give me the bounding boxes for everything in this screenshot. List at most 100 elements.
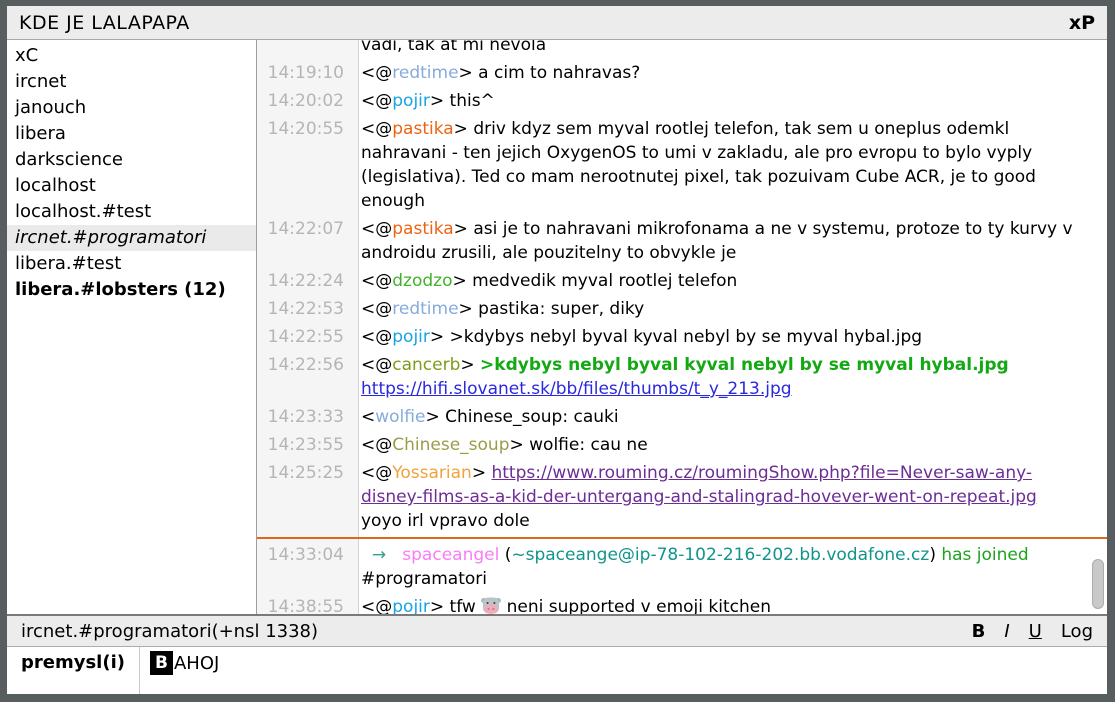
timestamp: 14:20:55 [257,117,351,213]
message-text: <@ [361,463,392,483]
timestamp: 14:33:04 [257,543,351,591]
message-text: <@ [361,119,392,139]
chat-line: 14:22:53<@redtime> pastika: super, diky [257,295,1107,323]
chat-line: vadi, tak at mi nevola [257,40,1107,59]
sidebar-item[interactable]: localhost [7,173,256,199]
scrollbar-thumb[interactable] [1092,559,1104,609]
message-text: > >kdybys nebyl byval kyval nebyl by se … [430,327,922,347]
sidebar-item[interactable]: ircnet.#programatori [7,225,256,251]
nickname: Chinese_soup [392,435,509,455]
chat-line: 14:20:55<@pastika> driv kdyz sem myval r… [257,115,1107,215]
message-body: <@redtime> a cim to nahravas? [351,61,1107,85]
message-text: > this^ [430,91,495,111]
message-body: <@pojir> >kdybys nebyl byval kyval nebyl… [351,325,1107,349]
irc-client-window: KDE JE LALAPAPA xP xCircnetjanouchlibera… [0,0,1115,702]
nickname: redtime [392,299,458,319]
message-text: <@ [361,271,392,291]
input-bar: premysl(i) BAHOJ [7,646,1107,694]
chat-line: 14:38:55<@pojir> tfw neni supported v em… [257,593,1107,614]
message-text: → [361,545,402,565]
chat-line: 14:23:55<@Chinese_soup> wolfie: cau ne [257,431,1107,459]
chat-line: 14:33:04 → spaceangel (~spaceange@ip-78-… [257,541,1107,593]
timestamp: 14:22:53 [257,297,351,321]
log-button[interactable]: Log [1061,621,1093,642]
sidebar-item[interactable]: libera.#test [7,251,256,277]
window-title: KDE JE LALAPAPA [19,12,1069,34]
format-italic-button[interactable]: I [1004,621,1009,642]
sidebar-item[interactable]: janouch [7,95,256,121]
format-bold-button[interactable]: B [972,621,986,642]
message-body: → spaceangel (~spaceange@ip-78-102-216-2… [351,543,1107,591]
message-body: <@Yossarian> https://www.rouming.cz/roum… [351,461,1107,533]
timestamp: 14:25:25 [257,461,351,533]
timestamp: 14:38:55 [257,595,351,614]
nickname: pojir [392,91,430,111]
nickname: pastika [392,219,453,239]
message-text: neni supported v emoji kitchen [501,597,771,614]
message-text: <@ [361,299,392,319]
message-text: > wolfie: cau ne [510,435,648,455]
cow-face-emoji [481,596,501,614]
format-underline-button[interactable]: U [1029,621,1042,642]
message-text: > medvedik myval rootlej telefon [452,271,737,291]
message-text: <@ [361,219,392,239]
timestamp: 14:23:55 [257,433,351,457]
chat-line: 14:19:10<@redtime> a cim to nahravas? [257,59,1107,87]
sidebar-item[interactable]: darkscience [7,147,256,173]
bold-control-marker: B [150,651,173,675]
channel-status-text: ircnet.#programatori(+nsl 1338) [21,621,972,642]
message-text: > driv kdyz sem myval rootlej telefon, t… [361,119,1041,211]
message-body: vadi, tak at mi nevola [351,40,1107,57]
message-text: <@ [361,63,392,83]
timestamp: 14:19:10 [257,61,351,85]
input-text: AHOJ [174,653,219,674]
timestamp: 14:22:24 [257,269,351,293]
message-text: ~spaceange@ip-78-102-216-202.bb.vodafone… [511,545,929,565]
message-text: ) [929,545,941,565]
timestamp: 14:22:56 [257,353,351,401]
sidebar-item[interactable]: libera.#lobsters (12) [7,277,256,303]
message-text: <@ [361,435,392,455]
nickname: pojir [392,597,430,614]
timestamp: 14:22:07 [257,217,351,265]
message-text: <@ [361,91,392,111]
message-link[interactable]: https://hifi.slovanet.sk/bb/files/thumbs… [361,379,792,399]
sidebar-item[interactable]: localhost.#test [7,199,256,225]
message-text: > asi je to nahravani mikrofonama a ne v… [361,219,1078,263]
message-body: <@dzodzo> medvedik myval rootlej telefon [351,269,1107,293]
message-text: > a cim to nahravas? [459,63,641,83]
chat-line: 14:25:25<@Yossarian> https://www.rouming… [257,459,1107,535]
title-bar: KDE JE LALAPAPA xP [7,6,1107,40]
message-text: > Chinese_soup: cauki [425,407,618,427]
message-body: <@pastika> asi je to nahravani mikrofona… [351,217,1107,265]
nickname: pojir [392,327,430,347]
message-body: <@Chinese_soup> wolfie: cau ne [351,433,1107,457]
message-text: < [361,407,375,427]
nick-label: premysl(i) [7,647,140,694]
chat-line: 14:22:07<@pastika> asi je to nahravani m… [257,215,1107,267]
message-text: > [460,355,480,375]
sidebar-item[interactable]: xC [7,43,256,69]
message-text: > pastika: super, diky [459,299,645,319]
nickname: cancerb [392,355,460,375]
nickname: wolfie [375,407,425,427]
sidebar-item[interactable]: libera [7,121,256,147]
message-body: <@pojir> this^ [351,89,1107,113]
message-body: <wolfie> Chinese_soup: cauki [351,405,1107,429]
message-text: > tfw [430,597,481,614]
chat-messages: vadi, tak at mi nevola14:19:10<@redtime>… [257,40,1107,614]
nickname: dzodzo [392,271,452,291]
main-area: xCircnetjanouchliberadarksciencelocalhos… [7,40,1107,614]
nickname: Yossarian [392,463,472,483]
message-input[interactable]: BAHOJ [140,647,1107,694]
status-bar: ircnet.#programatori(+nsl 1338) BIU Log [7,614,1107,646]
channel-list: xCircnetjanouchliberadarksciencelocalhos… [7,40,257,614]
message-text: <@ [361,327,392,347]
nickname: spaceangel [402,545,499,565]
sidebar-item[interactable]: ircnet [7,69,256,95]
message-text: <@ [361,355,392,375]
message-body: <@redtime> pastika: super, diky [351,297,1107,321]
format-buttons: BIU Log [972,621,1093,642]
window-badge: xP [1069,12,1095,34]
window-content: KDE JE LALAPAPA xP xCircnetjanouchlibera… [7,6,1107,694]
